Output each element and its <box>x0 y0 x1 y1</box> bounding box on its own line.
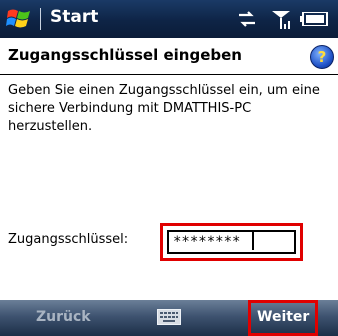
signal-icon[interactable] <box>270 9 292 31</box>
back-button[interactable]: Zurück <box>36 309 91 325</box>
connectivity-icon[interactable] <box>236 9 258 29</box>
passkey-highlight <box>160 223 303 261</box>
status-bar: Start <box>0 0 338 38</box>
keyboard-icon[interactable] <box>157 309 181 325</box>
next-button[interactable]: Weiter <box>257 309 309 325</box>
instruction-text: Geben Sie einen Zugangsschlüssel ein, um… <box>8 83 320 134</box>
next-button-highlight: Weiter <box>248 300 318 336</box>
help-icon[interactable]: ? <box>310 45 334 69</box>
windows-logo-icon[interactable] <box>6 5 34 33</box>
page-title: Zugangsschlüssel eingeben <box>8 46 242 64</box>
status-separator <box>40 8 41 30</box>
status-title[interactable]: Start <box>50 7 98 27</box>
battery-icon[interactable] <box>300 12 328 26</box>
passkey-label: Zugangsschlüssel: <box>8 232 129 247</box>
text-caret <box>252 232 254 250</box>
passkey-input[interactable] <box>167 230 296 254</box>
softkey-bar: Zurück Weiter <box>0 300 338 336</box>
page-header: Zugangsschlüssel eingeben ? <box>0 38 338 75</box>
